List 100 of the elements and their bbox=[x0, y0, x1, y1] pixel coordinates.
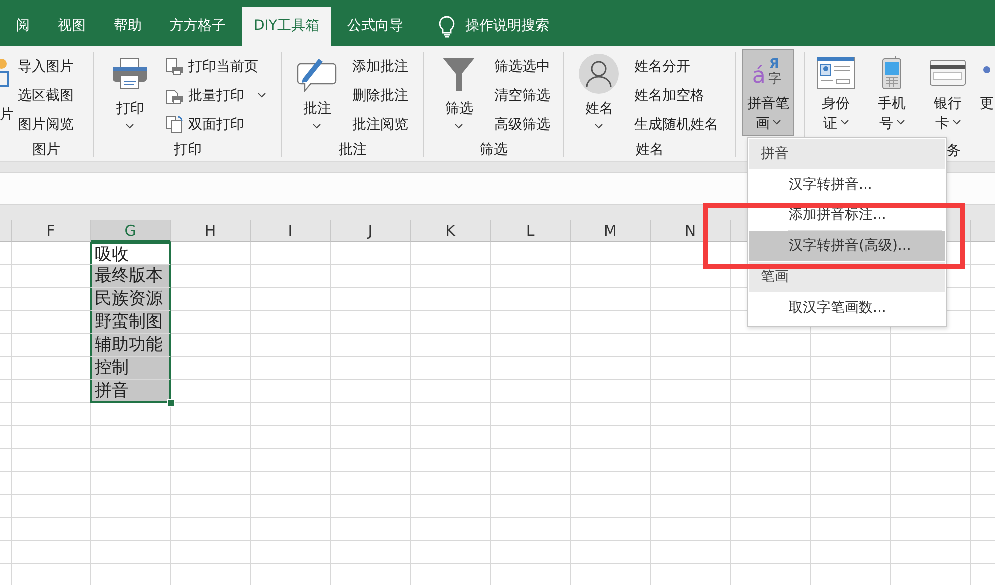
table-cell[interactable] bbox=[731, 403, 811, 426]
table-cell[interactable] bbox=[651, 472, 731, 495]
table-cell[interactable] bbox=[0, 472, 12, 495]
table-cell[interactable] bbox=[891, 541, 971, 564]
table-cell[interactable] bbox=[0, 265, 12, 288]
column-header[interactable]: F bbox=[12, 220, 91, 242]
table-cell[interactable] bbox=[331, 265, 411, 288]
table-cell[interactable] bbox=[571, 426, 651, 449]
table-cell[interactable] bbox=[251, 403, 331, 426]
table-cell[interactable] bbox=[251, 288, 331, 311]
table-cell[interactable] bbox=[731, 541, 811, 564]
table-cell[interactable] bbox=[0, 449, 12, 472]
table-cell[interactable] bbox=[811, 472, 891, 495]
lightbulb-icon[interactable] bbox=[439, 16, 456, 38]
table-cell[interactable] bbox=[331, 541, 411, 564]
table-cell[interactable] bbox=[91, 518, 171, 541]
table-cell[interactable] bbox=[491, 311, 571, 334]
table-cell[interactable] bbox=[251, 426, 331, 449]
table-cell[interactable] bbox=[331, 518, 411, 541]
ribbon-item[interactable]: 导入图片 bbox=[14, 52, 78, 81]
menu-item[interactable]: 添加拼音标注... bbox=[749, 200, 945, 230]
table-cell[interactable] bbox=[331, 311, 411, 334]
table-cell[interactable]: 野蛮制图 bbox=[90, 311, 171, 334]
table-cell[interactable] bbox=[491, 449, 571, 472]
table-cell[interactable] bbox=[411, 495, 491, 518]
table-cell[interactable] bbox=[651, 518, 731, 541]
table-cell[interactable] bbox=[651, 288, 731, 311]
table-cell[interactable] bbox=[731, 449, 811, 472]
table-cell[interactable] bbox=[491, 334, 571, 357]
ribbon-item[interactable]: 筛选选中 bbox=[490, 52, 554, 81]
ribbon-item[interactable]: 图片阅览 bbox=[14, 110, 78, 139]
column-header[interactable]: G bbox=[91, 220, 171, 242]
table-cell[interactable] bbox=[0, 334, 12, 357]
table-cell[interactable] bbox=[491, 495, 571, 518]
ribbon-item[interactable]: 高级筛选 bbox=[490, 110, 554, 139]
table-cell[interactable] bbox=[571, 265, 651, 288]
table-cell[interactable] bbox=[251, 334, 331, 357]
table-cell[interactable] bbox=[811, 449, 891, 472]
table-cell[interactable] bbox=[491, 541, 571, 564]
ribbon-item[interactable]: 打印当前页 bbox=[162, 52, 270, 81]
ribbon-item[interactable]: 姓名分开 bbox=[630, 52, 722, 81]
table-cell[interactable] bbox=[891, 403, 971, 426]
table-cell[interactable] bbox=[331, 334, 411, 357]
table-cell[interactable] bbox=[811, 334, 891, 357]
table-cell[interactable] bbox=[12, 518, 91, 541]
ribbon-item[interactable]: 生成随机姓名 bbox=[630, 110, 722, 139]
table-cell[interactable]: 辅助功能 bbox=[90, 334, 171, 357]
fill-handle[interactable] bbox=[167, 399, 175, 407]
table-cell[interactable] bbox=[491, 288, 571, 311]
table-cell[interactable] bbox=[331, 449, 411, 472]
table-cell[interactable] bbox=[411, 472, 491, 495]
table-cell[interactable]: 控制 bbox=[90, 357, 171, 380]
ribbon-tab[interactable]: 阅 bbox=[4, 7, 42, 46]
table-cell[interactable] bbox=[331, 242, 411, 265]
table-cell[interactable] bbox=[571, 541, 651, 564]
tell-me-search[interactable]: 操作说明搜索 bbox=[465, 7, 550, 46]
table-cell[interactable] bbox=[411, 242, 491, 265]
table-cell[interactable] bbox=[571, 380, 651, 403]
table-cell[interactable] bbox=[91, 541, 171, 564]
table-cell[interactable] bbox=[91, 472, 171, 495]
table-cell[interactable] bbox=[811, 380, 891, 403]
table-cell[interactable] bbox=[411, 288, 491, 311]
table-cell[interactable] bbox=[651, 380, 731, 403]
table-cell[interactable]: 拼音 bbox=[90, 380, 171, 403]
column-header[interactable]: H bbox=[171, 220, 251, 242]
table-cell[interactable] bbox=[0, 380, 12, 403]
column-header[interactable]: M bbox=[571, 220, 651, 242]
table-cell[interactable] bbox=[251, 495, 331, 518]
ribbon-tab[interactable]: 视图 bbox=[46, 7, 98, 46]
ribbon-item[interactable]: 姓名加空格 bbox=[630, 81, 722, 110]
table-cell[interactable] bbox=[891, 357, 971, 380]
table-cell[interactable] bbox=[731, 357, 811, 380]
table-cell[interactable] bbox=[571, 495, 651, 518]
table-cell[interactable] bbox=[331, 426, 411, 449]
table-cell[interactable] bbox=[811, 426, 891, 449]
table-cell[interactable] bbox=[891, 472, 971, 495]
table-cell[interactable] bbox=[411, 449, 491, 472]
table-cell[interactable] bbox=[411, 357, 491, 380]
table-cell[interactable] bbox=[811, 403, 891, 426]
table-cell[interactable] bbox=[811, 495, 891, 518]
ribbon-button[interactable]: 筛选 bbox=[428, 52, 490, 129]
table-cell[interactable] bbox=[651, 357, 731, 380]
table-cell[interactable] bbox=[251, 449, 331, 472]
table-cell[interactable] bbox=[0, 403, 12, 426]
table-cell[interactable] bbox=[171, 334, 251, 357]
table-cell[interactable] bbox=[411, 334, 491, 357]
table-cell[interactable] bbox=[251, 380, 331, 403]
table-cell[interactable] bbox=[0, 541, 12, 564]
table-cell[interactable] bbox=[731, 334, 811, 357]
table-cell[interactable] bbox=[731, 380, 811, 403]
table-cell[interactable] bbox=[171, 518, 251, 541]
table-cell[interactable] bbox=[491, 242, 571, 265]
table-cell[interactable] bbox=[411, 426, 491, 449]
table-cell[interactable] bbox=[571, 334, 651, 357]
table-cell[interactable] bbox=[491, 518, 571, 541]
table-cell[interactable] bbox=[811, 357, 891, 380]
column-header[interactable]: L bbox=[491, 220, 571, 242]
ribbon-tab[interactable]: 方方格子 bbox=[158, 7, 238, 46]
table-cell[interactable] bbox=[491, 357, 571, 380]
ribbon-item[interactable]: 添加批注 bbox=[348, 52, 412, 81]
